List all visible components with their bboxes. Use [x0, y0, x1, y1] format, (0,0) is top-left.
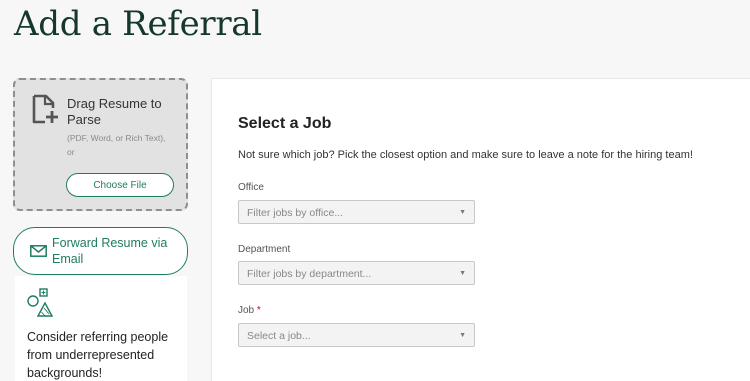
department-label: Department — [238, 244, 291, 255]
document-plus-icon — [32, 94, 58, 124]
promo-text: Consider referring people from underrepr… — [27, 330, 169, 380]
job-label-text: Job — [238, 305, 255, 316]
dropzone-hint-formats: (PDF, Word, or Rich Text), — [67, 133, 166, 143]
forward-resume-label: Forward Resume via Email — [52, 236, 168, 266]
job-select-placeholder: Select a job... — [247, 330, 311, 342]
promo-card: Consider referring people from underrepr… — [15, 276, 187, 381]
office-select-placeholder: Filter jobs by office... — [247, 207, 344, 219]
department-select-placeholder: Filter jobs by department... — [247, 268, 372, 280]
dropzone-hint-or: or — [67, 147, 75, 157]
resume-dropzone[interactable]: Drag Resume to Parse (PDF, Word, or Rich… — [13, 78, 188, 211]
office-label: Office — [238, 182, 264, 193]
mail-icon — [30, 245, 47, 257]
shapes-icon — [27, 288, 53, 317]
office-select[interactable]: Filter jobs by office... ▼ — [238, 200, 475, 224]
page-title: Add a Referral — [14, 4, 262, 44]
section-description: Not sure which job? Pick the closest opt… — [238, 149, 693, 161]
dropzone-hint: (PDF, Word, or Rich Text), or — [67, 131, 185, 159]
chevron-down-icon: ▼ — [459, 209, 466, 216]
chevron-down-icon: ▼ — [459, 332, 466, 339]
choose-file-button[interactable]: Choose File — [66, 173, 174, 197]
department-select[interactable]: Filter jobs by department... ▼ — [238, 261, 475, 285]
dropzone-title: Drag Resume to Parse — [67, 96, 162, 127]
select-job-panel: Select a Job Not sure which job? Pick th… — [211, 78, 750, 381]
section-title: Select a Job — [238, 115, 332, 132]
job-label: Job * — [238, 305, 261, 316]
required-marker: * — [256, 305, 261, 316]
job-select[interactable]: Select a job... ▼ — [238, 323, 475, 347]
forward-resume-button[interactable]: Forward Resume via Email — [13, 227, 188, 275]
chevron-down-icon: ▼ — [459, 270, 466, 277]
